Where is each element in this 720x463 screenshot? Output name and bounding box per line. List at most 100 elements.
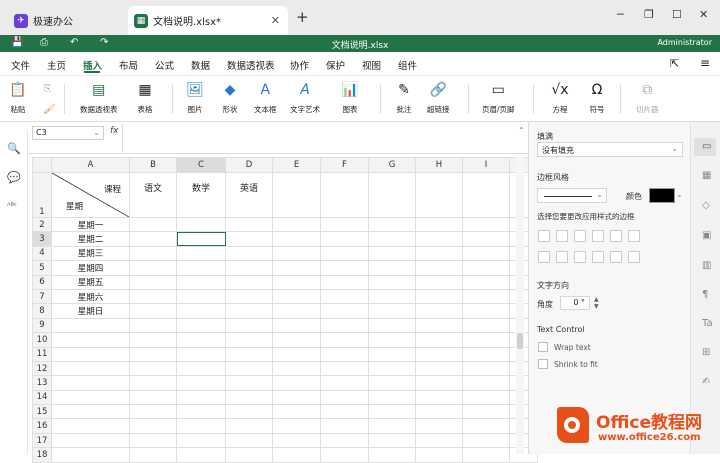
grid-cell[interactable]	[462, 447, 510, 463]
restore-icon[interactable]: ❐	[644, 8, 654, 21]
grid-cell[interactable]	[320, 404, 369, 420]
grid-cell[interactable]	[320, 245, 369, 262]
grid-cell[interactable]	[368, 404, 416, 420]
grid-cell[interactable]	[129, 404, 177, 420]
grid-cell[interactable]	[129, 231, 177, 247]
column-header[interactable]: H	[415, 157, 463, 173]
left-border-button[interactable]	[538, 251, 550, 263]
row-header[interactable]: 17	[32, 432, 52, 449]
grid-cell[interactable]	[225, 375, 273, 391]
grid-cell[interactable]	[129, 375, 177, 391]
wrap-text-checkbox[interactable]	[538, 342, 548, 352]
grid-cell[interactable]	[225, 245, 273, 262]
grid-cell[interactable]	[51, 432, 130, 449]
grid-cell[interactable]	[272, 216, 321, 233]
grid-cell[interactable]	[368, 317, 416, 334]
row-header[interactable]: 10	[32, 332, 52, 348]
weekday-cell[interactable]: 星期六	[51, 288, 130, 305]
table-button[interactable]: ▦ 表格	[135, 80, 155, 115]
menu-components[interactable]: 组件	[398, 58, 417, 72]
grid-cell[interactable]	[462, 389, 510, 406]
grid-cell[interactable]	[129, 360, 177, 377]
grid-cell[interactable]	[225, 346, 273, 362]
grid-cell[interactable]	[225, 447, 273, 463]
grid-cell[interactable]	[368, 172, 416, 218]
column-header[interactable]: A	[51, 157, 130, 173]
grid-cell[interactable]	[225, 418, 273, 434]
grid-cell[interactable]	[320, 274, 369, 290]
grid-cell[interactable]	[415, 274, 463, 290]
fill-dropdown[interactable]: 没有填充 ⌄	[537, 142, 683, 157]
grid-cell[interactable]	[225, 332, 273, 348]
grid-cell[interactable]	[320, 418, 369, 434]
grid-cell[interactable]	[462, 288, 510, 305]
weekday-cell[interactable]: 星期日	[51, 303, 130, 319]
expand-formula-icon[interactable]: ⌃	[518, 126, 525, 135]
grid-cell[interactable]	[415, 332, 463, 348]
fx-icon[interactable]: fx	[110, 126, 119, 136]
grid-cell[interactable]	[462, 245, 510, 262]
grid-cell[interactable]	[462, 404, 510, 420]
subject-cell[interactable]: 英语	[225, 172, 273, 218]
grid-cell[interactable]	[51, 332, 130, 348]
grid-cell[interactable]	[462, 216, 510, 233]
grid-cell[interactable]	[368, 332, 416, 348]
grid-cell[interactable]	[368, 447, 416, 463]
grid-cell[interactable]	[320, 231, 369, 247]
grid-cell[interactable]	[368, 432, 416, 449]
diagonal-up-border-button[interactable]	[610, 230, 622, 242]
copy-icon[interactable]: ⎘	[44, 84, 51, 94]
row-header[interactable]: 5	[32, 260, 52, 276]
all-borders-button[interactable]	[538, 230, 550, 242]
grid-cell[interactable]	[415, 245, 463, 262]
pivot-settings-icon[interactable]: ⊞	[702, 347, 710, 358]
grid-cell[interactable]	[320, 288, 369, 305]
grid-cell[interactable]	[51, 375, 130, 391]
grid-cell[interactable]	[176, 375, 226, 391]
grid-cell[interactable]	[272, 375, 321, 391]
search-icon[interactable]: 🔍	[7, 142, 21, 155]
grid-cell[interactable]	[129, 274, 177, 290]
subject-cell[interactable]: 数学	[176, 172, 226, 218]
grid-cell[interactable]	[129, 346, 177, 362]
table-settings-icon[interactable]: ▦	[702, 170, 711, 181]
grid-cell[interactable]	[176, 332, 226, 348]
wordart-button[interactable]: A 文字艺术	[290, 80, 320, 115]
grid-cell[interactable]	[225, 404, 273, 420]
grid-cell[interactable]	[176, 447, 226, 463]
grid-cell[interactable]	[176, 404, 226, 420]
column-header[interactable]: C	[176, 157, 226, 173]
grid-cell[interactable]	[51, 404, 130, 420]
header-footer-button[interactable]: ▭ 页眉/页脚	[482, 80, 515, 115]
grid-cell[interactable]	[462, 432, 510, 449]
grid-cell[interactable]	[415, 231, 463, 247]
grid-cell[interactable]	[320, 216, 369, 233]
grid-cell[interactable]	[176, 288, 226, 305]
grid-cell[interactable]	[225, 288, 273, 305]
menu-protect[interactable]: 保护	[326, 58, 345, 72]
inner-vertical-border-button[interactable]	[556, 251, 568, 263]
grid-cell[interactable]	[129, 245, 177, 262]
grid-cell[interactable]	[51, 317, 130, 334]
weekday-cell[interactable]: 星期一	[51, 216, 130, 233]
grid-cell[interactable]	[462, 375, 510, 391]
grid-cell[interactable]	[320, 332, 369, 348]
open-location-icon[interactable]: ⇱	[670, 57, 679, 70]
signature-icon[interactable]: ✍	[702, 376, 710, 387]
textbox-button[interactable]: A 文本框	[254, 80, 277, 115]
grid-cell[interactable]	[320, 346, 369, 362]
menu-view[interactable]: 视图	[362, 58, 381, 72]
grid-cell[interactable]	[415, 303, 463, 319]
grid-cell[interactable]	[368, 418, 416, 434]
grid-cell[interactable]	[462, 303, 510, 319]
grid-cell[interactable]	[129, 303, 177, 319]
grid-cell[interactable]	[415, 389, 463, 406]
paragraph-icon[interactable]: ¶	[702, 289, 708, 300]
column-header[interactable]: I	[462, 157, 510, 173]
shrink-to-fit-checkbox[interactable]	[538, 359, 548, 369]
top-border-button[interactable]	[592, 251, 604, 263]
angle-input[interactable]: 0 °	[560, 296, 590, 310]
close-tab-icon[interactable]: ✕	[271, 14, 280, 27]
symbol-button[interactable]: Ω 符号	[587, 80, 607, 115]
grid-cell[interactable]	[368, 260, 416, 276]
